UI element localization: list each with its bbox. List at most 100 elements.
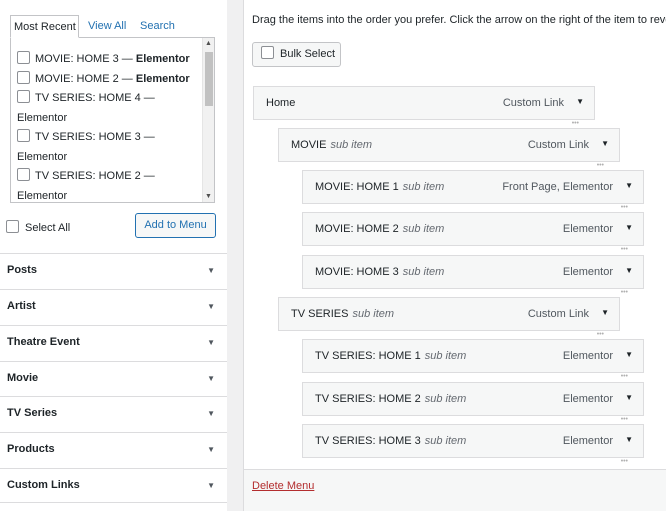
menu-item-name: TV SERIES: HOME 1 <box>315 350 421 362</box>
menu-item-movie-home-3[interactable]: MOVIE: HOME 3 sub item Elementor ▼ • • • <box>302 255 644 296</box>
tab-view-all[interactable]: View All <box>88 15 126 38</box>
accordion-products[interactable]: Products ▼ <box>0 432 227 467</box>
triangle-down-icon[interactable]: ▼ <box>625 266 633 275</box>
item-label: MOVIE: HOME 3 — <box>35 53 136 65</box>
accordion-tv-series[interactable]: TV Series ▼ <box>0 396 227 431</box>
list-item[interactable]: MOVIE: HOME 3 — Elementor <box>17 50 203 70</box>
menu-item-tv-series[interactable]: TV SERIES sub item Custom Link ▼ • • • <box>278 297 620 338</box>
recent-items-list[interactable]: MOVIE: HOME 3 — Elementor MOVIE: HOME 2 … <box>10 37 215 203</box>
tab-search[interactable]: Search <box>140 15 175 38</box>
accordion-posts[interactable]: Posts ▼ <box>0 253 227 288</box>
item-checkbox[interactable] <box>17 70 30 84</box>
select-all-box[interactable] <box>6 220 19 233</box>
item-checkbox[interactable] <box>17 51 30 64</box>
menu-item-depth: sub item <box>424 393 467 405</box>
menu-item-name: TV SERIES: HOME 3 <box>315 435 421 447</box>
item-label: MOVIE: HOME 2 — <box>35 72 136 85</box>
accordion-custom-links[interactable]: Custom Links ▼ <box>0 468 227 503</box>
menu-item-title: MOVIE: HOME 2 sub item <box>315 223 444 235</box>
grip-icon: • • • <box>596 162 604 169</box>
accordion-theatre-event[interactable]: Theatre Event ▼ <box>0 325 227 360</box>
bulk-select-button[interactable]: Bulk Select <box>252 42 341 67</box>
menu-item-home[interactable]: Home Custom Link ▼ • • • <box>253 86 595 127</box>
triangle-down-icon: ▼ <box>207 409 215 418</box>
triangle-down-icon[interactable]: ▼ <box>625 393 633 402</box>
tab-most-recent[interactable]: Most Recent <box>10 15 79 38</box>
accordion-movie[interactable]: Movie ▼ <box>0 361 227 396</box>
bulk-select-checkbox[interactable] <box>261 46 274 59</box>
drag-instructions: Drag the items into the order you prefer… <box>252 14 666 26</box>
grip-icon: • • • <box>620 246 628 253</box>
menu-item-name: MOVIE: HOME 1 <box>315 181 399 193</box>
scroll-down-icon[interactable]: ▼ <box>205 193 212 201</box>
grip-icon: • • • <box>620 204 628 211</box>
triangle-down-icon[interactable]: ▼ <box>625 435 633 444</box>
list-scrollbar[interactable]: ▲ ▼ <box>202 38 214 202</box>
menu-item-depth: sub item <box>424 350 467 362</box>
accordion-label: Theatre Event <box>7 336 80 348</box>
add-to-menu-button[interactable]: Add to Menu <box>135 213 216 238</box>
accordion-artist[interactable]: Artist ▼ <box>0 289 227 324</box>
triangle-down-icon[interactable]: ▼ <box>625 181 633 190</box>
menu-item-type: Elementor <box>562 435 613 447</box>
bulk-select-label: Bulk Select <box>280 48 336 60</box>
menu-item-movie-home-2[interactable]: MOVIE: HOME 2 sub item Elementor ▼ • • • <box>302 212 644 253</box>
item-checkbox[interactable] <box>17 168 30 181</box>
item-label-suffix: Elementor <box>135 53 190 65</box>
menu-item-depth: sub item <box>330 139 373 151</box>
menu-item-tv-series-home-3[interactable]: TV SERIES: HOME 3 sub item Elementor ▼ • … <box>302 424 644 465</box>
menu-item-name: MOVIE <box>291 139 327 151</box>
triangle-down-icon[interactable]: ▼ <box>576 97 584 106</box>
accordion-label: TV Series <box>7 407 58 419</box>
grip-icon: • • • <box>620 373 628 380</box>
menu-item-name: Home <box>266 97 296 109</box>
triangle-down-icon[interactable]: ▼ <box>625 223 633 232</box>
triangle-down-icon[interactable]: ▼ <box>601 139 609 148</box>
list-item[interactable]: TV SERIES: HOME 2 — Elementor <box>17 167 203 202</box>
select-all-label: Select All <box>25 222 71 234</box>
accordion-label: Products <box>7 443 55 455</box>
menu-item-name: MOVIE: HOME 3 <box>315 266 399 278</box>
menu-item-type: Custom Link <box>527 308 589 320</box>
menu-item-type: Elementor <box>562 223 613 235</box>
menu-item-type: Elementor <box>562 266 613 278</box>
menu-item-title: MOVIE sub item <box>291 139 372 151</box>
menu-item-movie[interactable]: MOVIE sub item Custom Link ▼ • • • <box>278 128 620 169</box>
menu-item-tv-series-home-2[interactable]: TV SERIES: HOME 2 sub item Elementor ▼ • … <box>302 382 644 423</box>
item-label-suffix: Elementor <box>17 150 68 163</box>
menu-item-depth: sub item <box>402 181 445 193</box>
select-all-checkbox[interactable]: Select All <box>6 220 70 235</box>
list-item[interactable]: TV SERIES: HOME 3 — Elementor <box>17 128 203 167</box>
item-label: TV SERIES: HOME 4 — <box>35 92 155 104</box>
item-checkbox[interactable] <box>17 90 30 103</box>
item-checkbox[interactable] <box>17 129 30 142</box>
menu-item-depth: sub item <box>424 435 467 447</box>
menu-item-title: TV SERIES sub item <box>291 308 394 320</box>
list-item[interactable]: MOVIE: HOME 2 — Elementor <box>17 70 203 90</box>
item-label: TV SERIES: HOME 3 — <box>35 131 155 143</box>
menu-item-title: TV SERIES: HOME 3 sub item <box>315 435 466 447</box>
menu-item-title: TV SERIES: HOME 1 sub item <box>315 350 466 362</box>
triangle-down-icon[interactable]: ▼ <box>601 308 609 317</box>
triangle-down-icon: ▼ <box>207 481 215 490</box>
triangle-down-icon: ▼ <box>207 445 215 454</box>
grip-icon: • • • <box>620 289 628 296</box>
menu-item-title: Home <box>266 97 295 109</box>
item-label-suffix: Elementor <box>17 189 68 202</box>
menu-structure-panel: Drag the items into the order you prefer… <box>244 0 666 469</box>
menu-item-depth: sub item <box>352 308 395 320</box>
add-menu-items-panel: Most Recent View All Search MOVIE: HOME … <box>0 0 227 511</box>
menu-item-depth: sub item <box>402 223 445 235</box>
accordion-label: Custom Links <box>7 479 80 491</box>
menu-item-type: Front Page, Elementor <box>502 181 613 193</box>
menu-item-type: Elementor <box>562 350 613 362</box>
triangle-down-icon[interactable]: ▼ <box>625 350 633 359</box>
menu-item-type: Custom Link <box>502 97 564 109</box>
accordion-label: Movie <box>7 372 39 384</box>
scrollbar-thumb[interactable] <box>205 52 213 106</box>
menu-item-movie-home-1[interactable]: MOVIE: HOME 1 sub item Front Page, Elemen… <box>302 170 644 211</box>
menu-item-tv-series-home-1[interactable]: TV SERIES: HOME 1 sub item Elementor ▼ • … <box>302 339 644 380</box>
scroll-up-icon[interactable]: ▲ <box>205 40 212 48</box>
delete-menu-link[interactable]: Delete Menu <box>252 480 314 492</box>
list-item[interactable]: TV SERIES: HOME 4 — Elementor <box>17 89 203 128</box>
